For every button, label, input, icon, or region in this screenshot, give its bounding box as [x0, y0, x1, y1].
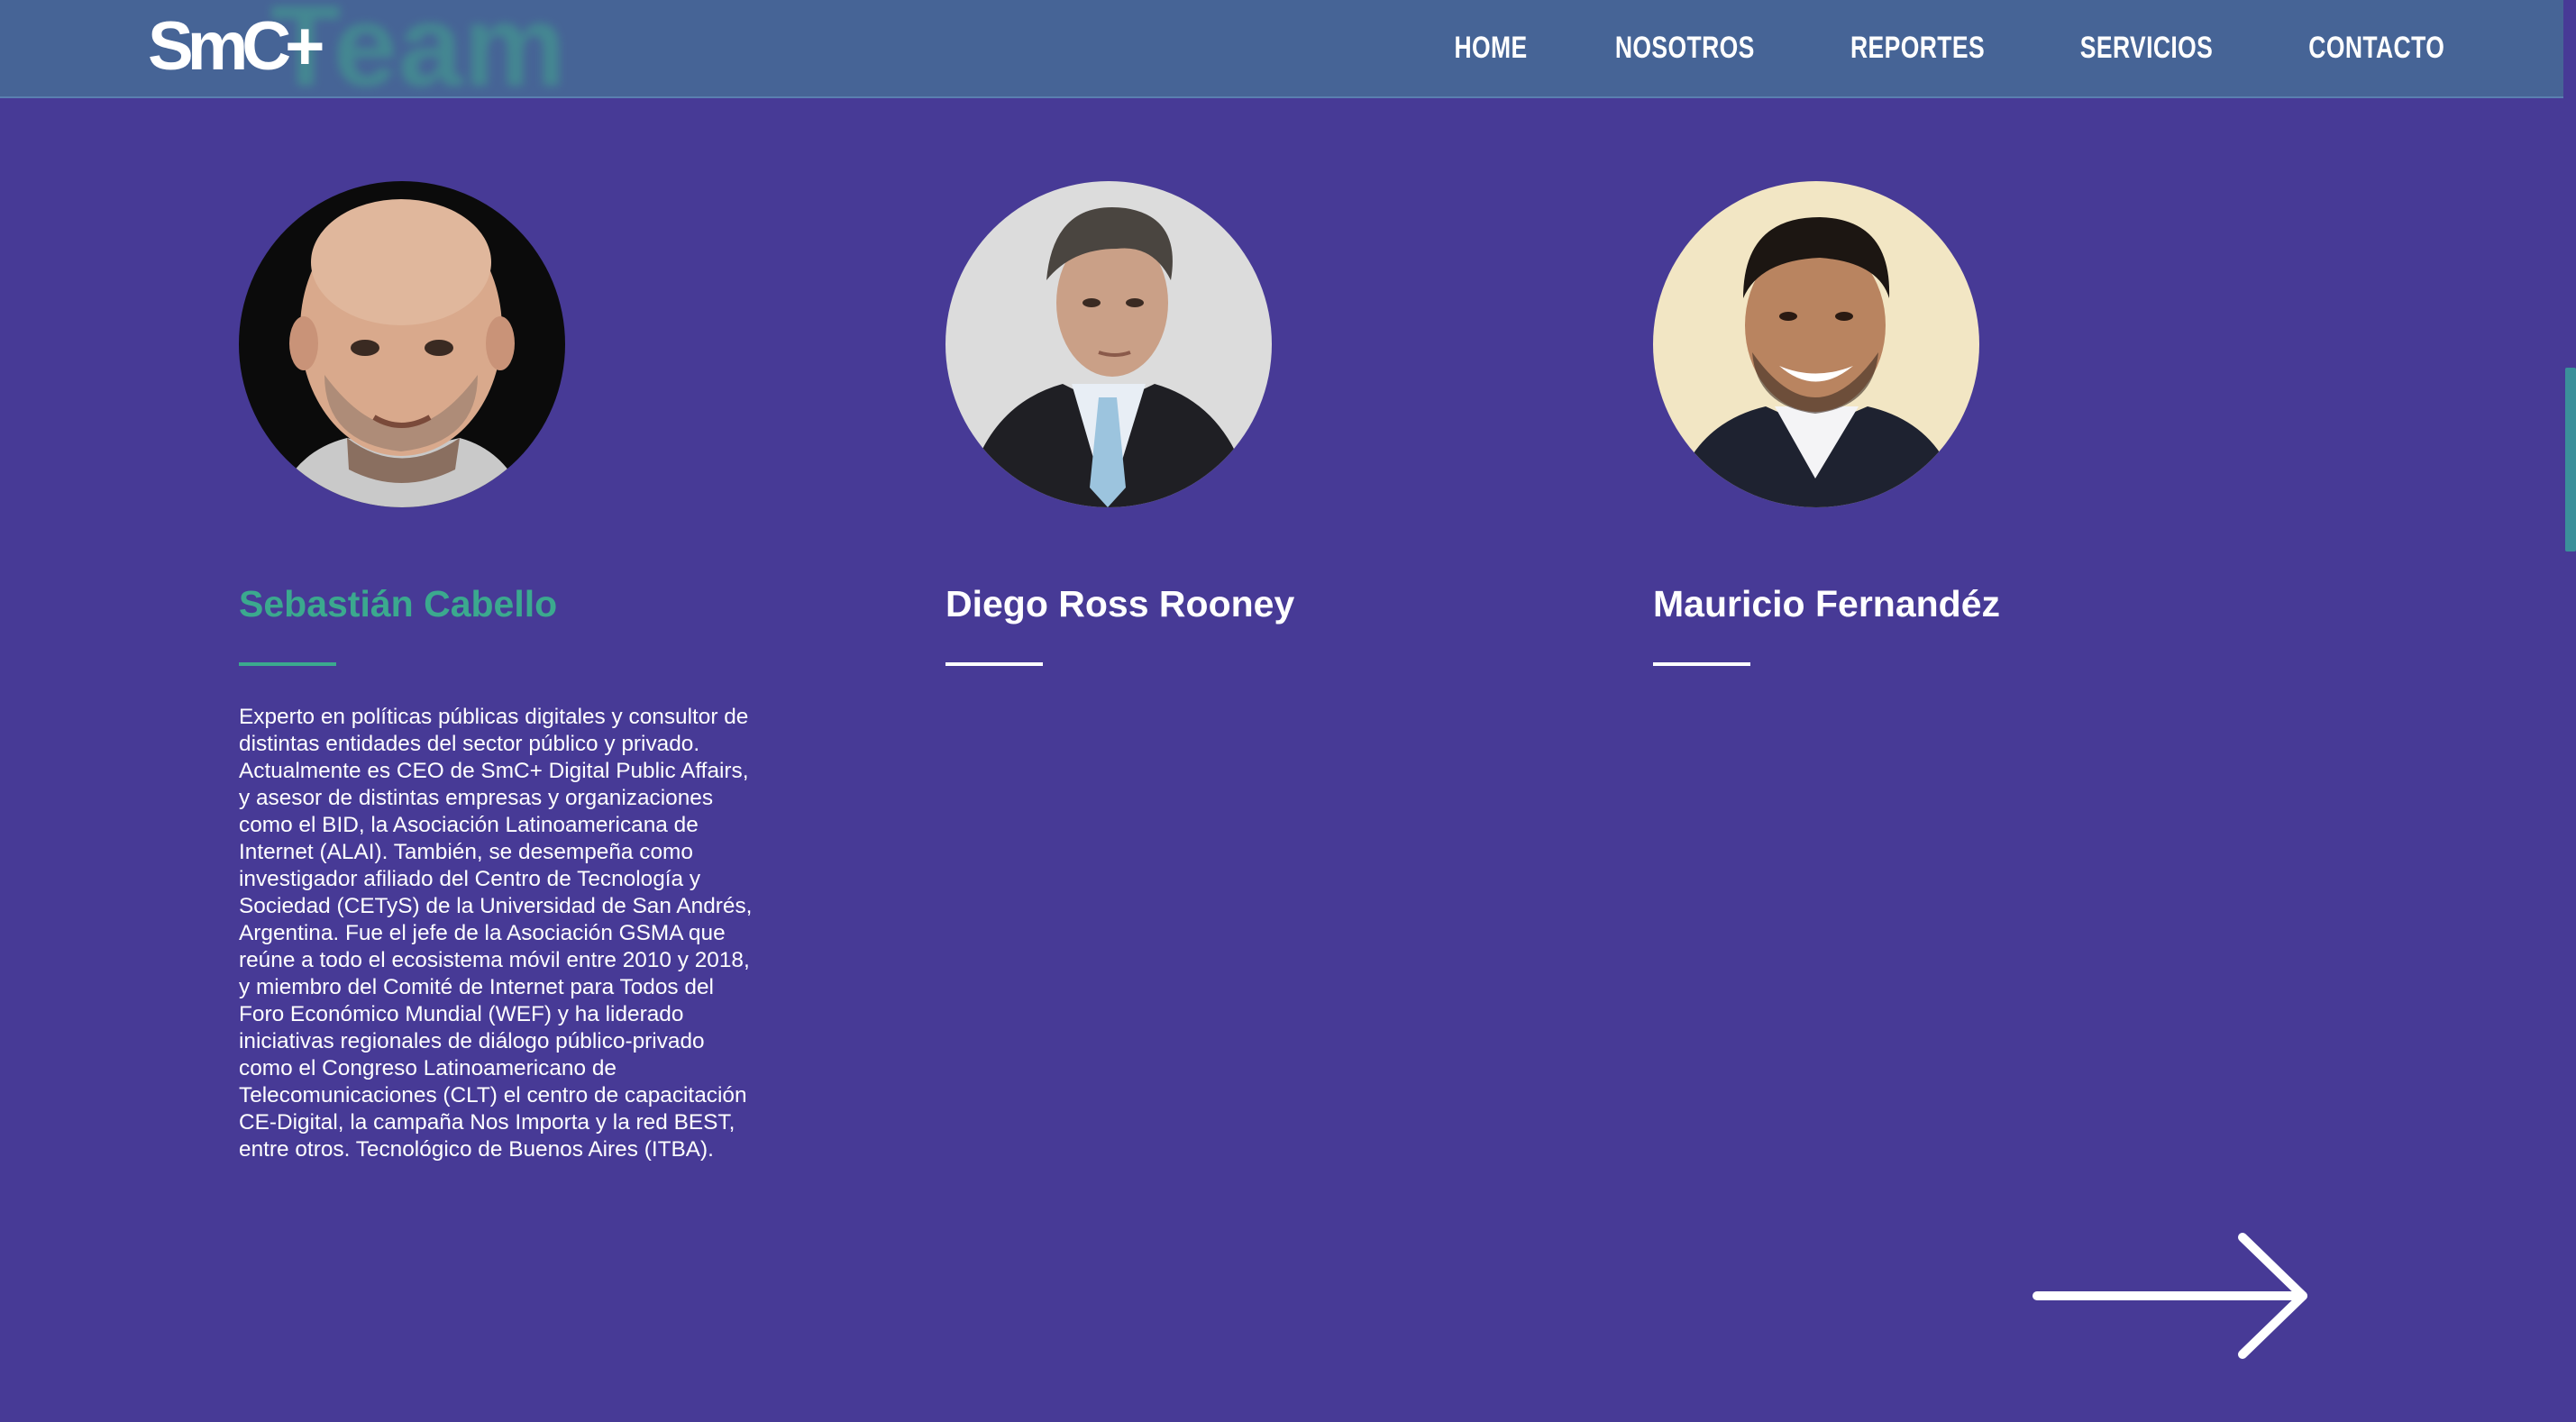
member-portrait-image	[945, 181, 1272, 507]
smc-logo[interactable]: SmC+	[148, 9, 325, 85]
member-name: Sebastián Cabello	[239, 583, 558, 624]
nav-reportes[interactable]: REPORTES	[1850, 31, 1985, 66]
nav-home[interactable]: HOME	[1454, 31, 1527, 66]
site-header: Team SmC+ HOME NOSOTROS REPORTES SERVICI…	[0, 0, 2563, 98]
member-photo	[945, 181, 1272, 507]
member-bio: Experto en políticas públicas digitales …	[239, 705, 753, 1162]
member-name: Mauricio Fernandéz	[1653, 583, 2001, 624]
name-underline	[945, 662, 1043, 666]
nav-nosotros[interactable]: NOSOTROS	[1615, 31, 1755, 66]
scrollbar-track[interactable]	[2563, 0, 2576, 1422]
member-photo	[239, 181, 565, 507]
nav-servicios[interactable]: SERVICIOS	[2080, 31, 2213, 66]
page: Team SmC+ HOME NOSOTROS REPORTES SERVICI…	[0, 0, 2576, 1422]
member-name: Diego Ross Rooney	[945, 583, 1295, 624]
team-member-card[interactable]: Sebastián Cabello Experto en políticas p…	[239, 181, 798, 1163]
member-portrait-image	[1653, 181, 1979, 507]
team-member-card[interactable]: Diego Ross Rooney	[945, 181, 1504, 704]
name-underline	[1653, 662, 1750, 666]
scrollbar-thumb[interactable]	[2565, 368, 2576, 551]
main-nav: HOME NOSOTROS REPORTES SERVICIOS CONTACT…	[1444, 0, 2464, 96]
team-member-card[interactable]: Mauricio Fernandéz	[1653, 181, 2212, 704]
member-photo	[1653, 181, 1979, 507]
name-underline	[239, 662, 336, 666]
nav-contacto[interactable]: CONTACTO	[2309, 31, 2445, 66]
member-portrait-image	[239, 181, 565, 507]
arrow-right-icon[interactable]	[2028, 1230, 2316, 1361]
